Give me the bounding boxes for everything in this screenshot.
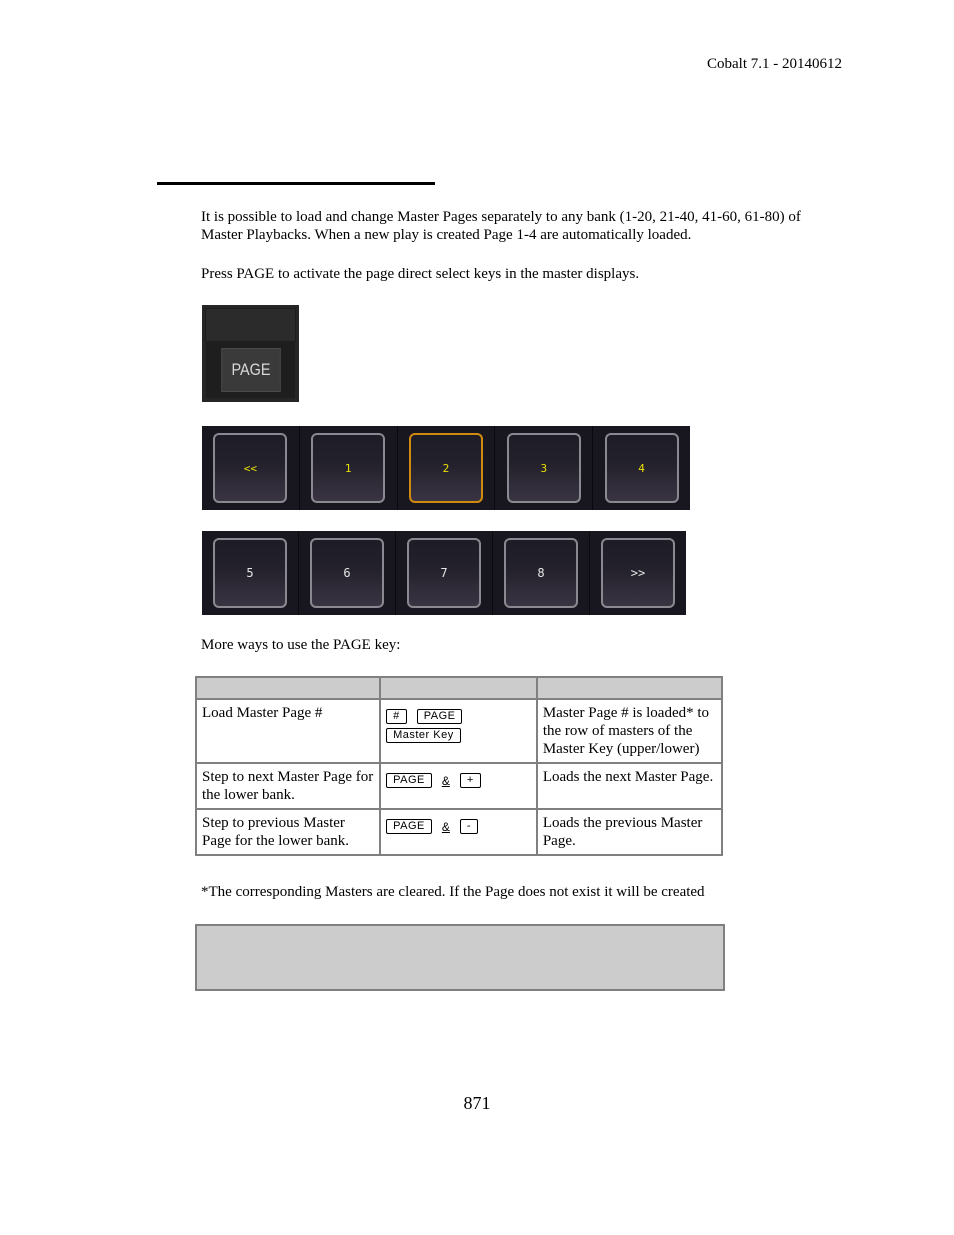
table-header-row (194, 676, 724, 700)
page-key-face: PAGE (221, 348, 281, 392)
table-row: Step to next Master Page for the lower b… (194, 762, 724, 810)
page-key-3[interactable]: 3 (506, 433, 581, 503)
key-page: PAGE (386, 819, 432, 835)
page-select-keys-row-1: << 1 2 3 4 (202, 426, 690, 510)
document-version-header: Cobalt 7.1 - 20140612 (707, 56, 842, 72)
page-key-next[interactable]: >> (601, 538, 675, 608)
page-key-image: PAGE (202, 305, 299, 402)
keys-cell: PAGE & + (379, 762, 538, 810)
page-key-5[interactable]: 5 (213, 538, 287, 608)
action-cell: Step to previous Master Page for the low… (194, 808, 382, 856)
intro-paragraph: It is possible to load and change Master… (201, 209, 801, 243)
page-key-1[interactable]: 1 (311, 433, 386, 503)
table-header-cell (194, 676, 382, 700)
table-row: Step to previous Master Page for the low… (194, 808, 724, 856)
key-page: PAGE (386, 773, 432, 789)
page-key-4[interactable]: 4 (604, 433, 679, 503)
and-symbol: & (441, 773, 450, 788)
key-panel-top (205, 308, 296, 342)
page-key-prev[interactable]: << (213, 433, 288, 503)
page-key-2[interactable]: 2 (408, 433, 483, 503)
key-page: PAGE (416, 709, 463, 725)
section-heading-rule (157, 182, 435, 185)
and-symbol: & (441, 819, 450, 834)
keys-cell: # PAGE Master Key (379, 698, 538, 764)
key-plus: + (459, 773, 481, 789)
result-cell: Loads the next Master Page. (535, 762, 724, 810)
action-cell: Load Master Page # (194, 698, 382, 764)
page-number: 871 (463, 1093, 491, 1113)
keys-cell: PAGE & - (379, 808, 538, 856)
page-select-keys-row-2: 5 6 7 8 >> (202, 531, 686, 615)
result-cell: Loads the previous Master Page. (535, 808, 724, 856)
more-ways-label: More ways to use the PAGE key: (201, 637, 401, 653)
table-row: Load Master Page # # PAGE Master Key Mast… (194, 698, 724, 764)
note-box (195, 924, 725, 991)
key-master-key: Master Key (386, 728, 461, 744)
table-header-cell (379, 676, 538, 700)
page-key-6[interactable]: 6 (310, 538, 384, 608)
page-key-7[interactable]: 7 (407, 538, 481, 608)
key-minus: - (459, 819, 479, 835)
action-cell: Step to next Master Page for the lower b… (194, 762, 382, 810)
page-key-8[interactable]: 8 (504, 538, 578, 608)
result-cell: Master Page # is loaded* to the row of m… (535, 698, 724, 764)
page-key-commands-table: Load Master Page # # PAGE Master Key Mast… (194, 676, 724, 856)
instruction-paragraph: Press PAGE to activate the page direct s… (201, 266, 640, 282)
footnote: *The corresponding Masters are cleared. … (201, 884, 705, 900)
key-hash: # (386, 709, 407, 725)
table-header-cell (535, 676, 724, 700)
